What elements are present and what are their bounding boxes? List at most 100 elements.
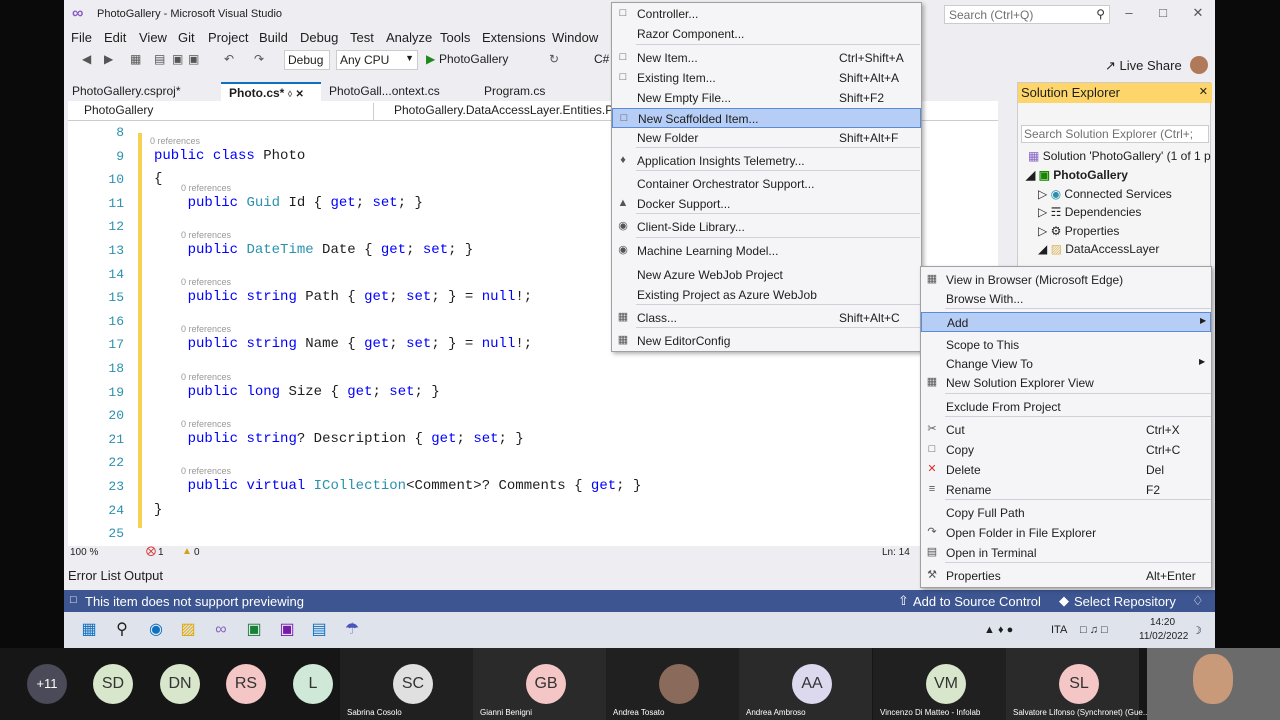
code-line[interactable]: public string? Description { get; set; } (154, 431, 524, 447)
notification-icon[interactable]: ☽ (1192, 624, 1202, 637)
tree-item-solution[interactable]: ▦ Solution 'PhotoGallery' (1 of 1 p (1028, 149, 1211, 163)
configuration-select[interactable]: Debug (284, 50, 330, 70)
code-lens-references[interactable]: 0 references (181, 277, 231, 287)
file-explorer-icon[interactable]: ▨ (178, 620, 198, 640)
tab-csproj[interactable]: PhotoGallery.csproj* (64, 82, 221, 101)
context-menu-item[interactable]: ↷ Open Folder in File Explorer (921, 523, 1211, 543)
code-line[interactable]: public class Photo (154, 148, 305, 164)
add-menu-item[interactable]: □ New Item... Ctrl+Shift+A (612, 48, 921, 68)
context-menu-item[interactable]: ▦ New Solution Explorer View (921, 373, 1211, 393)
add-menu-item[interactable]: ▦ New EditorConfig (612, 331, 921, 351)
participant-tile[interactable]: VM Vincenzo Di Matteo - Infolab (873, 648, 1006, 720)
search-input[interactable]: Search (Ctrl+Q) ⚲ (944, 5, 1110, 24)
tray-icons[interactable]: ▲ ♦ ● (984, 624, 1013, 636)
add-menu-item[interactable]: ♦ Application Insights Telemetry... (612, 151, 921, 171)
menu-view[interactable]: View (139, 30, 167, 45)
close-icon[interactable]: ✕ (1188, 5, 1208, 21)
pin-icon[interactable]: ◊ (288, 89, 292, 99)
edge-icon[interactable]: ◉ (146, 620, 166, 640)
tree-item-dependencies[interactable]: ▷ ☶ Dependencies (1038, 205, 1141, 219)
participant-tile[interactable]: AA Andrea Ambroso (739, 648, 872, 720)
add-menu-item[interactable]: Existing Project as Azure WebJob (612, 285, 921, 305)
code-lens-references[interactable]: 0 references (181, 466, 231, 476)
close-icon[interactable]: ✕ (1199, 85, 1208, 98)
context-menu-item[interactable]: Add ▶ (921, 312, 1211, 332)
solution-search-input[interactable]: Search Solution Explorer (Ctrl+; (1021, 125, 1209, 143)
context-menu-item[interactable]: Scope to This (921, 335, 1211, 355)
add-menu-item[interactable]: □ Existing Item... Shift+Alt+A (612, 68, 921, 88)
new-project-icon[interactable]: ▦ (130, 52, 141, 66)
context-menu-item[interactable]: Browse With... (921, 289, 1211, 309)
refresh-icon[interactable]: ↻ (549, 52, 559, 66)
menu-debug[interactable]: Debug (300, 30, 338, 45)
menu-window[interactable]: Window (552, 30, 598, 45)
code-lens-references[interactable]: 0 references (181, 324, 231, 334)
menu-extensions[interactable]: Extensions (482, 30, 546, 45)
error-count[interactable]: 1 (158, 547, 164, 558)
menu-project[interactable]: Project (208, 30, 248, 45)
participant-tile[interactable]: Andrea Tosato (606, 648, 739, 720)
clock-date[interactable]: 11/02/2022 (1139, 631, 1188, 642)
add-menu-item[interactable]: ◉ Client-Side Library... (612, 217, 921, 237)
tree-item-project[interactable]: ◢ ▣ PhotoGallery (1026, 168, 1128, 182)
context-menu-item[interactable]: ▦ View in Browser (Microsoft Edge) (921, 270, 1211, 290)
undo-icon[interactable]: ↶ (224, 52, 234, 66)
maximize-icon[interactable]: □ (1153, 5, 1173, 20)
tab-context-cs[interactable]: PhotoGall...ontext.cs (321, 82, 476, 101)
more-participants-badge[interactable]: +11 (27, 664, 67, 704)
search-icon[interactable]: ⚲ (112, 620, 132, 640)
forward-icon[interactable]: ▶ (104, 52, 113, 66)
menu-edit[interactable]: Edit (104, 30, 126, 45)
add-menu-item[interactable]: ▲ Docker Support... (612, 194, 921, 214)
code-lens-references[interactable]: 0 references (150, 136, 200, 146)
class-navigation-select[interactable]: PhotoGallery.DataAccessLayer.Entities.Ph… (378, 103, 618, 120)
context-menu-item[interactable]: Copy Full Path (921, 503, 1211, 523)
code-line[interactable]: { (154, 171, 162, 187)
tab-photo-cs[interactable]: Photo.cs* ◊ ✕ (221, 82, 321, 101)
onenote-icon[interactable]: ▣ (277, 620, 297, 640)
menu-analyze[interactable]: Analyze (386, 30, 432, 45)
code-lens-references[interactable]: 0 references (181, 183, 231, 193)
open-icon[interactable]: ▤ (154, 52, 165, 66)
back-icon[interactable]: ◀ (82, 52, 91, 66)
add-menu-item[interactable]: □ Controller... (612, 4, 921, 24)
add-menu-item[interactable]: Razor Component... (612, 24, 921, 44)
context-menu-item[interactable]: ⚒ Properties Alt+Enter (921, 566, 1211, 586)
participant-tile[interactable]: SC Sabrina Cosolo (340, 648, 473, 720)
select-repository-button[interactable]: Select Repository (1074, 594, 1176, 609)
tab-error-list[interactable]: Error List (68, 568, 121, 583)
menu-tools[interactable]: Tools (440, 30, 470, 45)
app-icon[interactable]: ▤ (309, 620, 329, 640)
network-volume-icons[interactable]: □ ♫ □ (1080, 624, 1108, 636)
save-all-icon[interactable]: ▣ (188, 52, 199, 66)
context-menu-item[interactable]: □ Copy Ctrl+C (921, 440, 1211, 460)
zoom-level[interactable]: 100 % (70, 547, 98, 558)
code-line[interactable]: public Guid Id { get; set; } (154, 195, 423, 211)
menu-file[interactable]: File (71, 30, 92, 45)
code-line[interactable]: public long Size { get; set; } (154, 384, 440, 400)
code-line[interactable]: public virtual ICollection<Comment>? Com… (154, 478, 642, 494)
code-lens-references[interactable]: 0 references (181, 372, 231, 382)
tab-output[interactable]: Output (124, 568, 163, 583)
project-navigation-select[interactable]: PhotoGallery (68, 103, 374, 120)
add-source-control-button[interactable]: Add to Source Control (913, 594, 1041, 609)
code-line[interactable]: public string Name { get; set; } = null!… (154, 336, 533, 352)
notification-icon[interactable]: ♢ (1192, 593, 1204, 609)
context-menu-item[interactable]: ✂ Cut Ctrl+X (921, 420, 1211, 440)
add-menu-item[interactable]: ◉ Machine Learning Model... (612, 241, 921, 261)
add-menu-item[interactable]: Container Orchestrator Support... (612, 174, 921, 194)
code-line[interactable]: public DateTime Date { get; set; } (154, 242, 474, 258)
start-icon[interactable]: ▦ (79, 620, 99, 640)
add-menu-item[interactable]: ▦ Class... Shift+Alt+C (612, 308, 921, 328)
close-tab-icon[interactable]: ✕ (295, 89, 303, 100)
menu-build[interactable]: Build (259, 30, 288, 45)
code-line[interactable]: public string Path { get; set; } = null!… (154, 289, 533, 305)
teams-icon[interactable]: ☂ (342, 620, 362, 640)
app-icon[interactable]: ▣ (244, 620, 264, 640)
minimize-icon[interactable]: – (1119, 5, 1139, 20)
participant-tile[interactable]: SL Salvatore Lifonso (Synchronet) (Gue... (1006, 648, 1150, 720)
tree-item-connected-services[interactable]: ▷ ◉ Connected Services (1038, 187, 1172, 201)
tree-item-properties[interactable]: ▷ ⚙ Properties (1038, 224, 1119, 238)
context-menu-item[interactable]: ✕ Delete Del (921, 460, 1211, 480)
context-menu-item[interactable]: ≡ Rename F2 (921, 480, 1211, 500)
